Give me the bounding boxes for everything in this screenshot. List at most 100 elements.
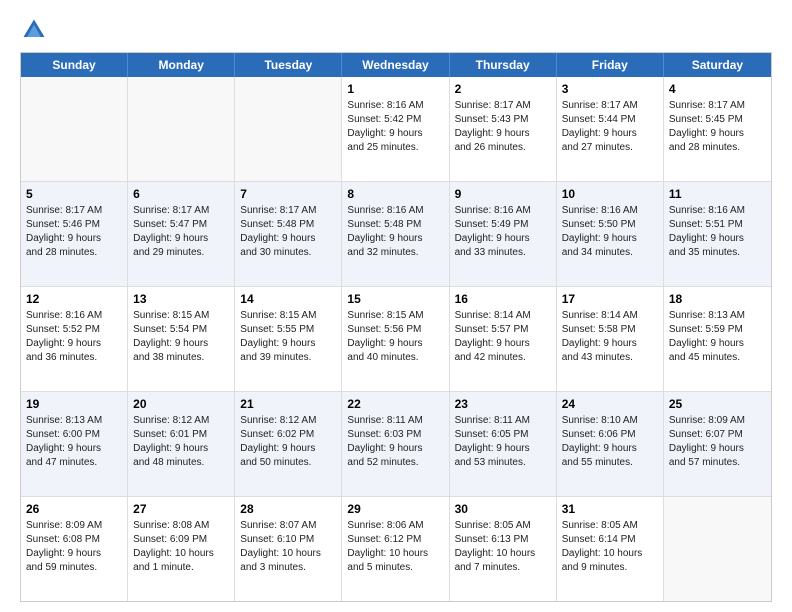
cal-cell	[128, 77, 235, 181]
day-number: 8	[347, 186, 443, 202]
day-number: 6	[133, 186, 229, 202]
logo-icon	[20, 16, 48, 44]
day-header-wednesday: Wednesday	[342, 53, 449, 77]
header	[20, 16, 772, 44]
day-info: Sunrise: 8:16 AMSunset: 5:48 PMDaylight:…	[347, 204, 443, 260]
page: SundayMondayTuesdayWednesdayThursdayFrid…	[0, 0, 792, 612]
cal-cell: 12 Sunrise: 8:16 AMSunset: 5:52 PMDayligh…	[21, 287, 128, 391]
cal-cell: 29 Sunrise: 8:06 AMSunset: 6:12 PMDayligh…	[342, 497, 449, 601]
day-info: Sunrise: 8:17 AMSunset: 5:44 PMDaylight:…	[562, 99, 658, 155]
day-info: Sunrise: 8:12 AMSunset: 6:02 PMDaylight:…	[240, 414, 336, 470]
cal-cell: 19Sunrise: 8:13 AMSunset: 6:00 PMDayligh…	[21, 392, 128, 496]
day-number: 16	[455, 291, 551, 307]
day-info: Sunrise: 8:17 AMSunset: 5:46 PMDaylight:…	[26, 204, 122, 260]
day-number: 12	[26, 291, 122, 307]
cal-cell: 21 Sunrise: 8:12 AMSunset: 6:02 PMDayligh…	[235, 392, 342, 496]
day-info: Sunrise: 8:16 AMSunset: 5:49 PMDaylight:…	[455, 204, 551, 260]
day-number: 4	[669, 81, 766, 97]
day-info: Sunrise: 8:05 AMSunset: 6:13 PMDaylight:…	[455, 519, 551, 575]
calendar: SundayMondayTuesdayWednesdayThursdayFrid…	[20, 52, 772, 602]
day-header-monday: Monday	[128, 53, 235, 77]
day-info: Sunrise: 8:16 AMSunset: 5:51 PMDaylight:…	[669, 204, 766, 260]
cal-cell: 9 Sunrise: 8:16 AMSunset: 5:49 PMDaylight…	[450, 182, 557, 286]
cal-cell: 25 Sunrise: 8:09 AMSunset: 6:07 PMDayligh…	[664, 392, 771, 496]
cal-cell: 28Sunrise: 8:07 AMSunset: 6:10 PMDayligh…	[235, 497, 342, 601]
cal-row-1: 1 Sunrise: 8:16 AMSunset: 5:42 PMDaylight…	[21, 77, 771, 181]
day-number: 27	[133, 501, 229, 517]
day-number: 3	[562, 81, 658, 97]
calendar-body: 1 Sunrise: 8:16 AMSunset: 5:42 PMDaylight…	[21, 77, 771, 601]
cal-cell: 15Sunrise: 8:15 AMSunset: 5:56 PMDayligh…	[342, 287, 449, 391]
day-number: 10	[562, 186, 658, 202]
calendar-header: SundayMondayTuesdayWednesdayThursdayFrid…	[21, 53, 771, 77]
cal-row-3: 12 Sunrise: 8:16 AMSunset: 5:52 PMDayligh…	[21, 286, 771, 391]
day-number: 13	[133, 291, 229, 307]
cal-row-2: 5 Sunrise: 8:17 AMSunset: 5:46 PMDaylight…	[21, 181, 771, 286]
day-number: 17	[562, 291, 658, 307]
cal-cell: 27Sunrise: 8:08 AMSunset: 6:09 PMDayligh…	[128, 497, 235, 601]
cal-cell: 10 Sunrise: 8:16 AMSunset: 5:50 PMDayligh…	[557, 182, 664, 286]
cal-cell: 2 Sunrise: 8:17 AMSunset: 5:43 PMDaylight…	[450, 77, 557, 181]
day-info: Sunrise: 8:13 AMSunset: 6:00 PMDaylight:…	[26, 414, 122, 470]
day-number: 21	[240, 396, 336, 412]
cal-cell: 22Sunrise: 8:11 AMSunset: 6:03 PMDayligh…	[342, 392, 449, 496]
day-info: Sunrise: 8:12 AMSunset: 6:01 PMDaylight:…	[133, 414, 229, 470]
day-number: 9	[455, 186, 551, 202]
cal-cell: 11 Sunrise: 8:16 AMSunset: 5:51 PMDayligh…	[664, 182, 771, 286]
day-info: Sunrise: 8:17 AMSunset: 5:48 PMDaylight:…	[240, 204, 336, 260]
logo	[20, 16, 52, 44]
day-number: 2	[455, 81, 551, 97]
day-number: 30	[455, 501, 551, 517]
day-header-tuesday: Tuesday	[235, 53, 342, 77]
cal-cell: 23 Sunrise: 8:11 AMSunset: 6:05 PMDayligh…	[450, 392, 557, 496]
day-info: Sunrise: 8:16 AMSunset: 5:52 PMDaylight:…	[26, 309, 122, 365]
cal-cell	[664, 497, 771, 601]
day-number: 5	[26, 186, 122, 202]
day-info: Sunrise: 8:06 AMSunset: 6:12 PMDaylight:…	[347, 519, 443, 575]
cal-cell: 14 Sunrise: 8:15 AMSunset: 5:55 PMDayligh…	[235, 287, 342, 391]
day-number: 31	[562, 501, 658, 517]
cal-cell: 16 Sunrise: 8:14 AMSunset: 5:57 PMDayligh…	[450, 287, 557, 391]
day-info: Sunrise: 8:07 AMSunset: 6:10 PMDaylight:…	[240, 519, 336, 575]
cal-cell: 4 Sunrise: 8:17 AMSunset: 5:45 PMDaylight…	[664, 77, 771, 181]
day-number: 23	[455, 396, 551, 412]
day-info: Sunrise: 8:15 AMSunset: 5:55 PMDaylight:…	[240, 309, 336, 365]
day-info: Sunrise: 8:17 AMSunset: 5:47 PMDaylight:…	[133, 204, 229, 260]
cal-cell: 13 Sunrise: 8:15 AMSunset: 5:54 PMDayligh…	[128, 287, 235, 391]
cal-cell: 18Sunrise: 8:13 AMSunset: 5:59 PMDayligh…	[664, 287, 771, 391]
day-number: 26	[26, 501, 122, 517]
day-info: Sunrise: 8:09 AMSunset: 6:07 PMDaylight:…	[669, 414, 766, 470]
day-info: Sunrise: 8:10 AMSunset: 6:06 PMDaylight:…	[562, 414, 658, 470]
day-info: Sunrise: 8:15 AMSunset: 5:54 PMDaylight:…	[133, 309, 229, 365]
day-info: Sunrise: 8:17 AMSunset: 5:45 PMDaylight:…	[669, 99, 766, 155]
day-number: 14	[240, 291, 336, 307]
day-number: 18	[669, 291, 766, 307]
day-info: Sunrise: 8:15 AMSunset: 5:56 PMDaylight:…	[347, 309, 443, 365]
day-info: Sunrise: 8:16 AMSunset: 5:50 PMDaylight:…	[562, 204, 658, 260]
cal-cell: 5 Sunrise: 8:17 AMSunset: 5:46 PMDaylight…	[21, 182, 128, 286]
cal-cell: 7 Sunrise: 8:17 AMSunset: 5:48 PMDaylight…	[235, 182, 342, 286]
cal-cell: 8 Sunrise: 8:16 AMSunset: 5:48 PMDaylight…	[342, 182, 449, 286]
cal-cell: 30 Sunrise: 8:05 AMSunset: 6:13 PMDayligh…	[450, 497, 557, 601]
day-info: Sunrise: 8:16 AMSunset: 5:42 PMDaylight:…	[347, 99, 443, 155]
day-number: 7	[240, 186, 336, 202]
day-info: Sunrise: 8:11 AMSunset: 6:05 PMDaylight:…	[455, 414, 551, 470]
cal-cell	[21, 77, 128, 181]
day-info: Sunrise: 8:14 AMSunset: 5:57 PMDaylight:…	[455, 309, 551, 365]
cal-cell: 1 Sunrise: 8:16 AMSunset: 5:42 PMDaylight…	[342, 77, 449, 181]
day-number: 29	[347, 501, 443, 517]
day-info: Sunrise: 8:14 AMSunset: 5:58 PMDaylight:…	[562, 309, 658, 365]
cal-cell: 31 Sunrise: 8:05 AMSunset: 6:14 PMDayligh…	[557, 497, 664, 601]
cal-cell: 20Sunrise: 8:12 AMSunset: 6:01 PMDayligh…	[128, 392, 235, 496]
day-info: Sunrise: 8:11 AMSunset: 6:03 PMDaylight:…	[347, 414, 443, 470]
cal-row-4: 19Sunrise: 8:13 AMSunset: 6:00 PMDayligh…	[21, 391, 771, 496]
day-info: Sunrise: 8:09 AMSunset: 6:08 PMDaylight:…	[26, 519, 122, 575]
cal-cell: 26 Sunrise: 8:09 AMSunset: 6:08 PMDayligh…	[21, 497, 128, 601]
cal-cell: 6 Sunrise: 8:17 AMSunset: 5:47 PMDaylight…	[128, 182, 235, 286]
day-number: 1	[347, 81, 443, 97]
day-info: Sunrise: 8:05 AMSunset: 6:14 PMDaylight:…	[562, 519, 658, 575]
cal-cell	[235, 77, 342, 181]
day-info: Sunrise: 8:17 AMSunset: 5:43 PMDaylight:…	[455, 99, 551, 155]
day-number: 25	[669, 396, 766, 412]
day-number: 11	[669, 186, 766, 202]
